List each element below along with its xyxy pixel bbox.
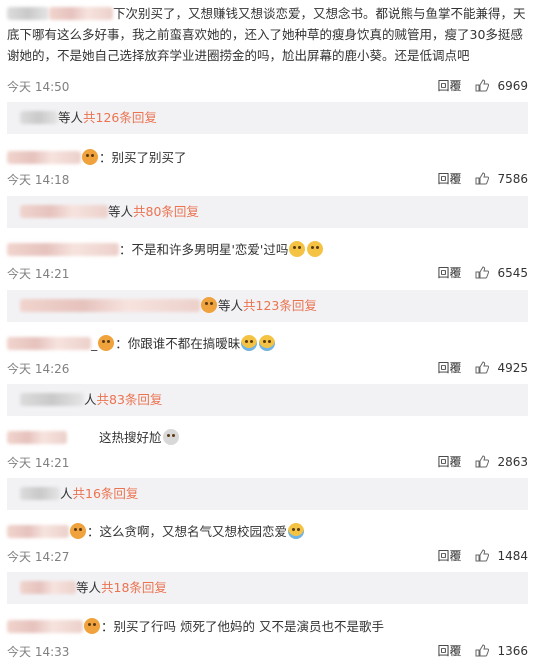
thumbs-up-icon[interactable]: [475, 361, 490, 374]
reply-count-link[interactable]: 共123条回复: [243, 298, 317, 313]
replier-blurred: [20, 581, 76, 594]
reply-button[interactable]: 回覆: [437, 264, 461, 281]
reply-button[interactable]: 回覆: [437, 359, 461, 376]
comment-text: ：你跟谁不都在搞暧昧: [115, 336, 241, 351]
verified-badge-icon: [82, 149, 98, 165]
comment-time: 今天 14:27: [7, 550, 70, 564]
avatar-blurred[interactable]: [7, 7, 49, 20]
replier-blurred: [20, 487, 60, 500]
emoji-icon: [288, 523, 305, 539]
comment-actions: 回覆 2863: [437, 453, 528, 470]
username-blurred[interactable]: [7, 431, 67, 444]
comment-time: 今天 14:21: [7, 456, 70, 470]
reply-button[interactable]: 回覆: [437, 547, 461, 564]
like-count: 6545: [497, 265, 528, 280]
thumbs-up-icon[interactable]: [475, 79, 490, 92]
verified-badge-icon: [98, 335, 115, 351]
thumbs-up-icon[interactable]: [475, 549, 490, 562]
comment-time: 今天 14:26: [7, 362, 70, 376]
replier-blurred: [20, 111, 58, 124]
reply-button[interactable]: 回覆: [437, 642, 461, 659]
replier-blurred: [20, 299, 200, 312]
like-count: 2863: [497, 454, 528, 469]
comment-actions: 回覆 7586: [437, 170, 528, 187]
username-blurred[interactable]: [7, 337, 91, 350]
comment-text: ：这么贪啊，又想名气又想校园恋爱: [87, 524, 288, 539]
reply-prefix: 人: [84, 392, 97, 407]
comment-actions: 回覆 4925: [437, 359, 528, 376]
emoji-icon: [241, 335, 258, 351]
verified-badge-icon: [70, 523, 86, 539]
reply-count-link[interactable]: 共80条回复: [133, 204, 199, 219]
comment-text: ：别买了别买了: [99, 150, 187, 165]
thumbs-up-icon[interactable]: [475, 172, 490, 185]
username-blurred[interactable]: [7, 151, 81, 164]
comment-content: ：这么贪啊，又想名气又想校园恋爱: [7, 521, 530, 542]
like-count: 7586: [497, 171, 528, 186]
emoji-icon: [162, 429, 179, 445]
comment-time: 今天 14:33: [7, 645, 70, 659]
comment-time: 今天 14:50: [7, 80, 70, 94]
reply-summary[interactable]: 人共16条回复: [7, 478, 528, 510]
reply-summary[interactable]: 等人共123条回复: [7, 290, 528, 322]
comment-text: ：别买了行吗 烦死了他妈的 又不是演员也不是歌手: [101, 619, 384, 634]
reply-prefix: 等人: [108, 204, 134, 219]
username-blurred[interactable]: [7, 620, 83, 633]
emoji-icon: [307, 241, 324, 257]
reply-count-link[interactable]: 共126条回复: [83, 110, 157, 125]
thumbs-up-icon[interactable]: [475, 455, 490, 468]
comment-text: ：不是和许多男明星'恋爱'过吗: [119, 242, 289, 257]
reply-count-link[interactable]: 共83条回复: [97, 392, 163, 407]
reply-summary[interactable]: 等人共18条回复: [7, 572, 528, 604]
comment-content: _ ：你跟谁不都在搞暧昧: [7, 333, 530, 354]
reply-prefix: 人: [60, 486, 73, 501]
replier-blurred: [20, 393, 84, 406]
username-blurred[interactable]: [49, 7, 113, 20]
reply-summary[interactable]: 等人共80条回复: [7, 196, 528, 228]
reply-prefix: 等人: [58, 110, 84, 125]
like-count: 1484: [497, 548, 528, 563]
comment-content: 下次别买了，又想赚钱又想谈恋爱，又想念书。都说熊与鱼掌不能兼得，天底下哪有这么多…: [7, 3, 530, 66]
comment-actions: 回覆 1366: [437, 642, 528, 659]
comment-content: 这热搜好尬: [7, 427, 530, 448]
comment-feed: 下次别买了，又想赚钱又想谈恋爱，又想念书。都说熊与鱼掌不能兼得，天底下哪有这么多…: [0, 0, 538, 669]
reply-prefix: 等人: [76, 580, 102, 595]
reply-summary[interactable]: 等人共126条回复: [7, 102, 528, 134]
like-count: 1366: [497, 643, 528, 658]
thumbs-up-icon[interactable]: [475, 266, 490, 279]
replier-blurred: [20, 205, 108, 218]
comment-actions: 回覆 6545: [437, 264, 528, 281]
comment-time: 今天 14:21: [7, 267, 70, 281]
reply-count-link[interactable]: 共18条回复: [101, 580, 167, 595]
reply-button[interactable]: 回覆: [437, 453, 461, 470]
reply-count-link[interactable]: 共16条回复: [73, 486, 139, 501]
like-count: 6969: [497, 78, 528, 93]
reply-summary[interactable]: 人共83条回复: [7, 384, 528, 416]
verified-badge-icon: [84, 618, 100, 634]
comment-actions: 回覆 6969: [437, 77, 528, 94]
reply-button[interactable]: 回覆: [437, 170, 461, 187]
emoji-icon: [259, 335, 276, 351]
comment-content: ：不是和许多男明星'恋爱'过吗: [7, 239, 530, 260]
comment-time: 今天 14:18: [7, 173, 70, 187]
comment-text: 这热搜好尬: [99, 430, 162, 445]
username-blurred[interactable]: [7, 243, 119, 256]
comment-actions: 回覆 1484: [437, 547, 528, 564]
emoji-icon: [289, 241, 306, 257]
thumbs-up-icon[interactable]: [475, 644, 490, 657]
comment-content: ：别买了行吗 烦死了他妈的 又不是演员也不是歌手: [7, 616, 530, 637]
verified-badge-icon: [201, 297, 217, 313]
like-count: 4925: [497, 360, 528, 375]
reply-button[interactable]: 回覆: [437, 77, 461, 94]
reply-prefix: 等人: [218, 298, 244, 313]
username-blurred[interactable]: [7, 525, 69, 538]
comment-content: ：别买了别买了: [7, 147, 530, 168]
